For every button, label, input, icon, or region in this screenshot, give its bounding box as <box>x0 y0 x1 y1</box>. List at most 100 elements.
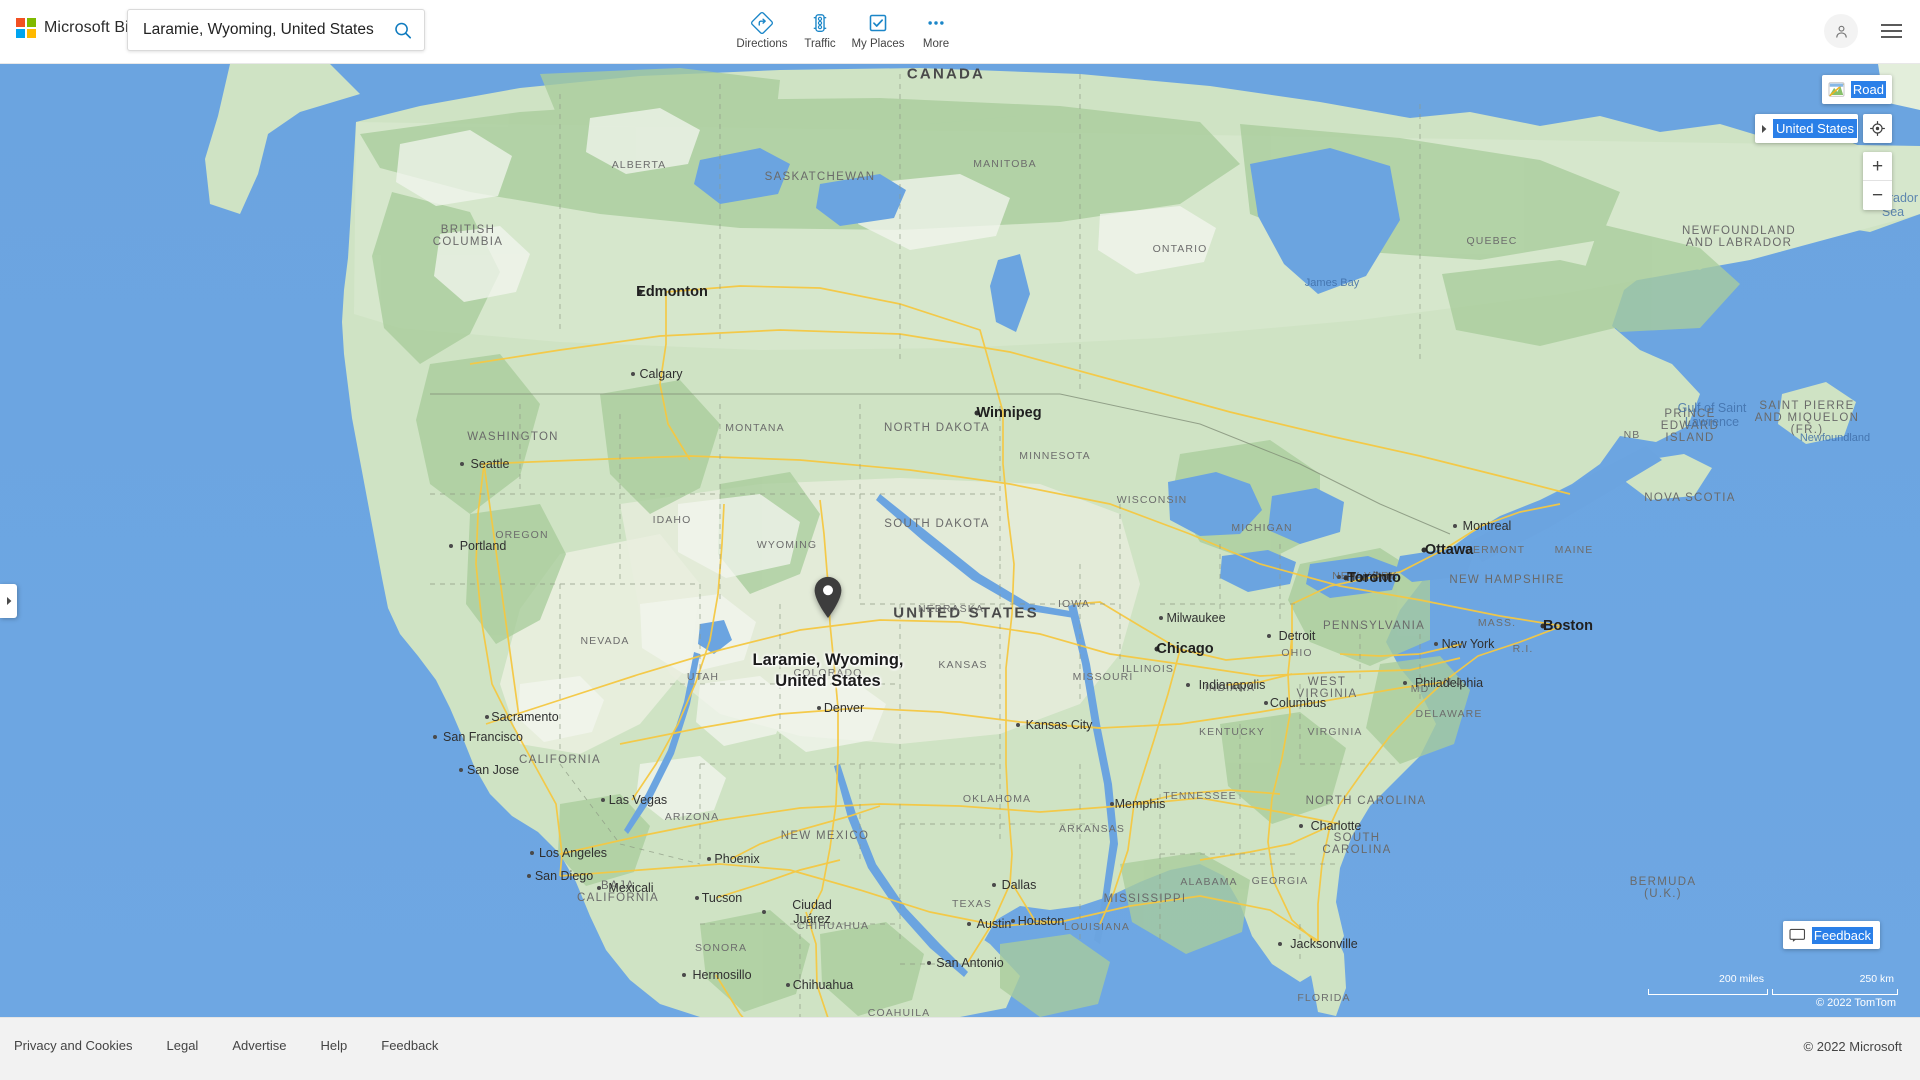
map-city-dot <box>1277 942 1282 946</box>
search-button[interactable] <box>388 16 418 44</box>
map-city-dot <box>706 857 711 861</box>
header-right-actions <box>1824 14 1906 48</box>
map-city-dot <box>694 896 699 900</box>
map-city-dot <box>1299 824 1304 828</box>
map-city-dot <box>974 410 980 416</box>
locate-target-icon <box>1870 121 1885 136</box>
feedback-label: Feedback <box>1811 926 1873 944</box>
map-data-attribution: © 2022 TomTom <box>1815 997 1896 1009</box>
map-city-dot <box>991 883 996 887</box>
hamburger-bar <box>1880 30 1902 32</box>
scale-miles-label: 200 miles <box>1719 973 1764 985</box>
nav-label-more: More <box>922 38 950 50</box>
map-city-dot <box>1159 616 1164 620</box>
nav-label-my-places: My Places <box>851 38 905 50</box>
map-city-dot <box>1540 623 1546 629</box>
hamburger-menu-button[interactable] <box>1876 16 1906 46</box>
map-city-dot <box>1337 575 1342 579</box>
hamburger-bar <box>1880 36 1902 38</box>
zoom-out-button[interactable]: − <box>1863 181 1892 210</box>
map-style-label: Road <box>1850 81 1886 98</box>
map-city-dot <box>1109 802 1114 806</box>
feedback-button[interactable]: Feedback <box>1782 921 1880 949</box>
map-city-dot <box>433 735 438 739</box>
map-city-dot <box>1264 701 1269 705</box>
map-city-dot <box>630 372 635 376</box>
scale-km: 250 km <box>1772 973 1898 995</box>
footer-link-advertise[interactable]: Advertise <box>232 1038 286 1053</box>
map-city-dot <box>459 768 464 772</box>
chevron-right-icon <box>1755 115 1773 142</box>
map-scale-bar: 200 miles 250 km <box>1648 973 1898 995</box>
map-region-row: United States <box>1754 114 1892 143</box>
search-input[interactable] <box>128 10 382 50</box>
app-footer: Privacy and Cookies Legal Advertise Help… <box>0 1017 1920 1080</box>
map-city-dot <box>529 851 534 855</box>
map-city-dot <box>449 544 454 548</box>
footer-link-help[interactable]: Help <box>321 1038 348 1053</box>
map-city-dot <box>816 706 821 710</box>
nav-item-my-places[interactable]: My Places <box>849 7 907 51</box>
map-city-dot <box>1434 642 1439 646</box>
map-city-dot <box>485 715 489 719</box>
map-style-button[interactable]: Road <box>1821 75 1892 104</box>
search-icon <box>395 22 412 39</box>
map-style-icon <box>1828 82 1845 97</box>
map-city-dot <box>966 922 971 926</box>
map-city-dot <box>1402 681 1407 685</box>
zoom-in-button[interactable]: + <box>1863 152 1892 181</box>
account-person-icon <box>1835 25 1847 38</box>
map-city-dot <box>601 798 606 802</box>
account-button[interactable] <box>1824 14 1858 48</box>
map-city-dot <box>527 874 532 878</box>
map-pin-icon[interactable] <box>809 574 847 618</box>
footer-link-privacy[interactable]: Privacy and Cookies <box>14 1038 133 1053</box>
microsoft-logo-icon <box>16 18 36 38</box>
locate-button[interactable] <box>1863 114 1892 143</box>
map-city-dot <box>637 289 643 295</box>
hamburger-bar <box>1880 24 1902 26</box>
map-city-dot <box>1185 683 1190 687</box>
map-city-dot <box>459 462 464 466</box>
nav-item-directions[interactable]: Directions <box>733 7 791 51</box>
scale-miles: 200 miles <box>1648 973 1768 995</box>
search-box[interactable] <box>127 9 425 51</box>
footer-links: Privacy and Cookies Legal Advertise Help… <box>14 1038 438 1053</box>
header-nav: Directions Traffic My Places More <box>733 7 965 51</box>
footer-copyright: © 2022 Microsoft <box>1803 1039 1902 1054</box>
region-selector-label: United States <box>1772 119 1857 138</box>
zoom-controls: + − <box>1863 152 1892 210</box>
chevron-right-icon <box>6 597 11 605</box>
region-selector-button[interactable]: United States <box>1754 114 1858 143</box>
map-city-dot <box>682 973 686 977</box>
footer-link-legal[interactable]: Legal <box>167 1038 199 1053</box>
my-places-checkbox-icon <box>867 11 889 35</box>
expand-panel-tab[interactable] <box>0 584 17 618</box>
feedback-bubble-icon <box>1789 928 1805 942</box>
map-city-dot <box>1421 547 1427 553</box>
nav-label-directions: Directions <box>736 38 788 50</box>
app-header: Microsoft Bing Directions <box>0 0 1920 64</box>
nav-item-traffic[interactable]: Traffic <box>791 7 849 51</box>
more-ellipsis-icon <box>925 11 947 35</box>
map-city-dot <box>1154 646 1160 652</box>
map-city-dot <box>597 886 602 890</box>
map-city-dot <box>1010 919 1015 923</box>
map-city-dot <box>1015 723 1020 727</box>
map-city-dot <box>926 961 931 965</box>
scale-miles-line <box>1648 989 1768 995</box>
traffic-light-icon <box>809 11 831 35</box>
map-city-dot <box>1343 575 1349 581</box>
directions-icon <box>751 11 773 35</box>
map-city-dot <box>1266 634 1271 638</box>
map-city-dot <box>1453 524 1458 528</box>
nav-item-more[interactable]: More <box>907 7 965 51</box>
map-city-dot <box>786 983 791 987</box>
scale-km-label: 250 km <box>1859 973 1894 985</box>
scale-km-line <box>1772 989 1898 995</box>
footer-link-feedback[interactable]: Feedback <box>381 1038 438 1053</box>
map-viewport[interactable]: CANADA UNITED STATES MEXICO BRITISHCOLUM… <box>0 64 1920 1017</box>
map-city-dot <box>762 910 767 914</box>
map-canvas <box>0 64 1920 1017</box>
nav-label-traffic: Traffic <box>804 38 836 50</box>
